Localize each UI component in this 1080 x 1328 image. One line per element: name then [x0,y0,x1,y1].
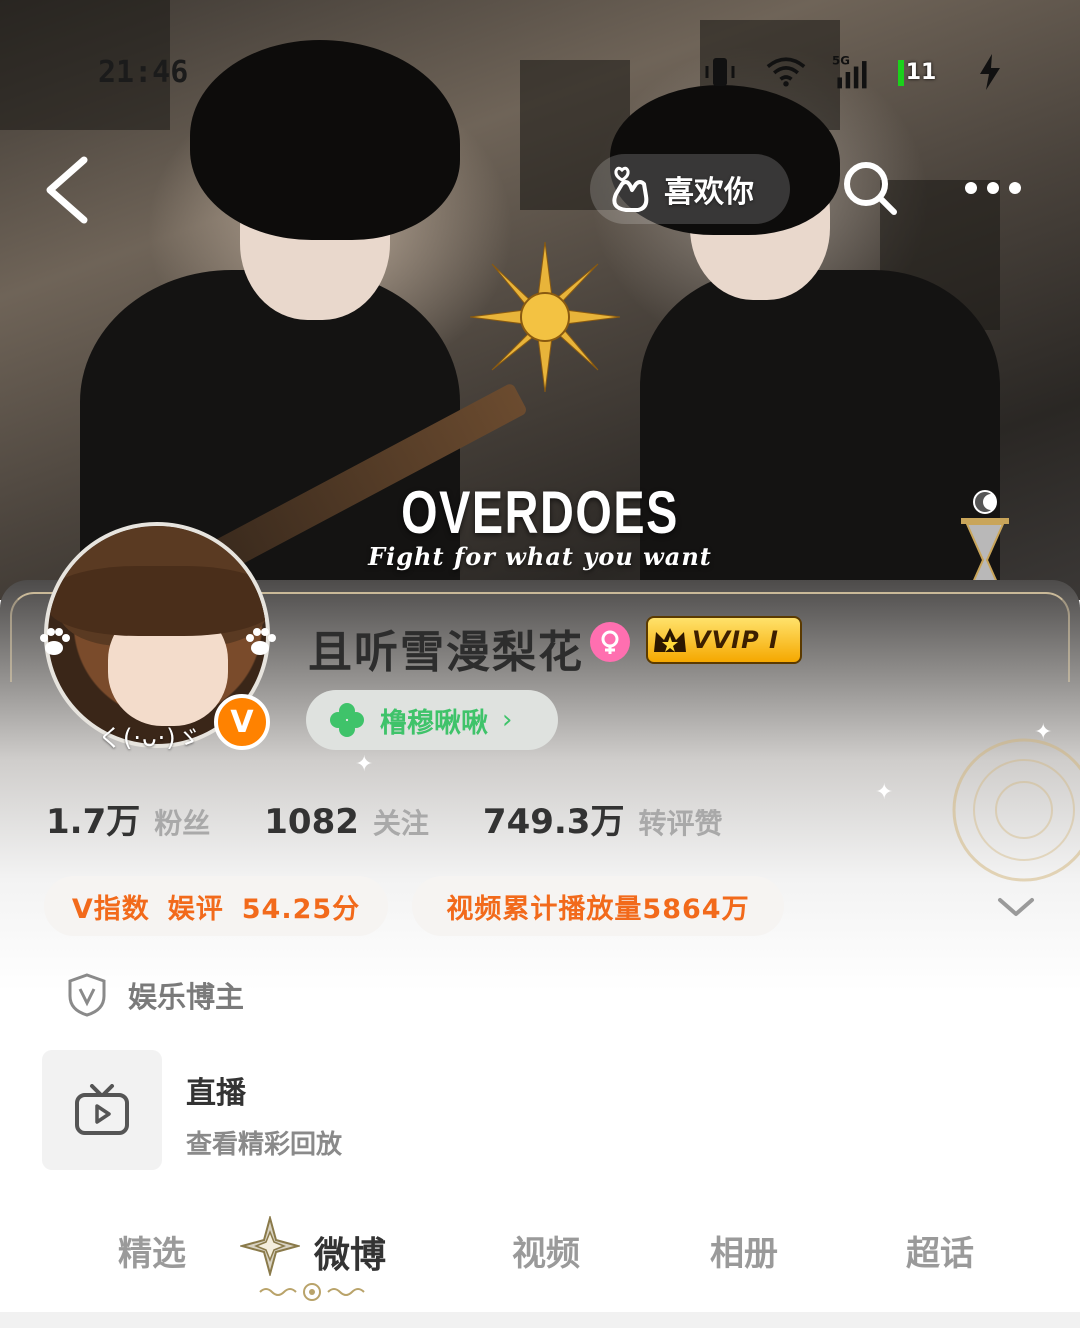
chevron-down-icon[interactable] [994,890,1038,924]
fan-group-button[interactable]: 橹穆啾啾 › [306,690,558,750]
v-index-chip[interactable]: V指数 娱评 54.25分 [44,876,388,936]
status-icons: 5G 11 [700,52,1010,92]
chevron-right-icon: › [502,705,513,735]
fan-group-label: 橹穆啾啾 [380,707,488,739]
finger-heart-icon [612,166,649,212]
tv-play-icon [75,1084,129,1135]
live-title[interactable]: 直播 [186,1068,246,1112]
sparkle-decoration: ✦ [355,752,374,777]
category-tag-label: 娱乐博主 [128,980,245,1014]
banner-tagline: Fight for what you want [368,542,712,571]
celestial-circle-decoration [952,738,1080,882]
more-icon[interactable] [955,158,1035,218]
live-subtitle[interactable]: 查看精彩回放 [186,1124,342,1161]
stat-label: 关注 [372,807,429,840]
sparkle-decoration: ✦ [875,780,894,805]
tab-featured[interactable]: 精选 [118,1226,186,1275]
cellular-5g-icon: 5G [832,52,872,92]
stat-label: 粉丝 [154,807,211,840]
paw-icon [246,628,276,655]
tab-videos[interactable]: 视频 [512,1226,580,1275]
wifi-icon [766,52,806,92]
status-time: 21:46 [98,55,189,90]
stat-interactions[interactable]: 749.3万 转评赞 [483,794,723,843]
v-index-score: 54.25分 [241,893,361,925]
like-button[interactable]: 喜欢你 [590,154,790,224]
stat-value: 1.7万 [46,802,141,842]
stats-row: 1.7万 粉丝 1082 关注 749.3万 转评赞 [46,794,722,843]
tab-underline-ornament [259,1283,365,1301]
tab-albums[interactable]: 相册 [710,1226,778,1275]
battery-indicator: 11 [898,54,944,90]
v-index-category: 娱评 [167,893,224,925]
vibrate-icon [700,52,740,92]
top-nav: 喜欢你 [0,140,1080,240]
avatar-kaomoji: く(·ᴗ·)ゞ [98,724,202,752]
video-plays-chip[interactable]: 视频累计播放量5864万 [412,876,784,936]
clover-icon [330,703,364,737]
vvip-badge[interactable]: VVIP I [646,616,802,664]
crown-icon [648,618,692,662]
vvip-label: VVIP I [692,626,779,654]
svg-text:5G: 5G [832,54,850,68]
paw-icon [40,628,70,655]
like-label: 喜欢你 [664,175,754,210]
charging-icon [970,52,1010,92]
stat-following[interactable]: 1082 关注 [264,802,429,842]
category-tag[interactable]: 娱乐博主 [66,972,244,1018]
search-icon[interactable] [840,158,900,218]
v-index-label: V指数 [71,893,150,925]
divider [0,1312,1080,1328]
avatar-fringe [48,566,266,636]
female-gender-icon [590,622,630,662]
stat-value: 749.3万 [482,802,625,842]
shield-icon [68,973,106,1017]
tab-weibo[interactable]: 微博 [314,1226,386,1278]
tab-super-topics[interactable]: 超话 [906,1226,974,1275]
status-bar: 21:46 5G 11 [0,0,1080,140]
back-arrow-icon[interactable] [36,150,106,230]
profile-tabs: 精选 微博 视频 相册 超话 [0,1212,1080,1312]
username: 且听雪漫梨花 [308,627,584,678]
live-thumbnail[interactable] [42,1050,162,1170]
stat-value: 1082 [264,802,359,842]
battery-level: 11 [905,59,937,85]
banner-title: OVERDOES [401,479,679,546]
stat-followers[interactable]: 1.7万 粉丝 [46,794,210,843]
stat-label: 转评赞 [638,807,723,840]
star-compass-icon [240,1216,300,1276]
verified-badge-icon: V [214,694,270,750]
sun-emblem-icon [470,242,620,392]
